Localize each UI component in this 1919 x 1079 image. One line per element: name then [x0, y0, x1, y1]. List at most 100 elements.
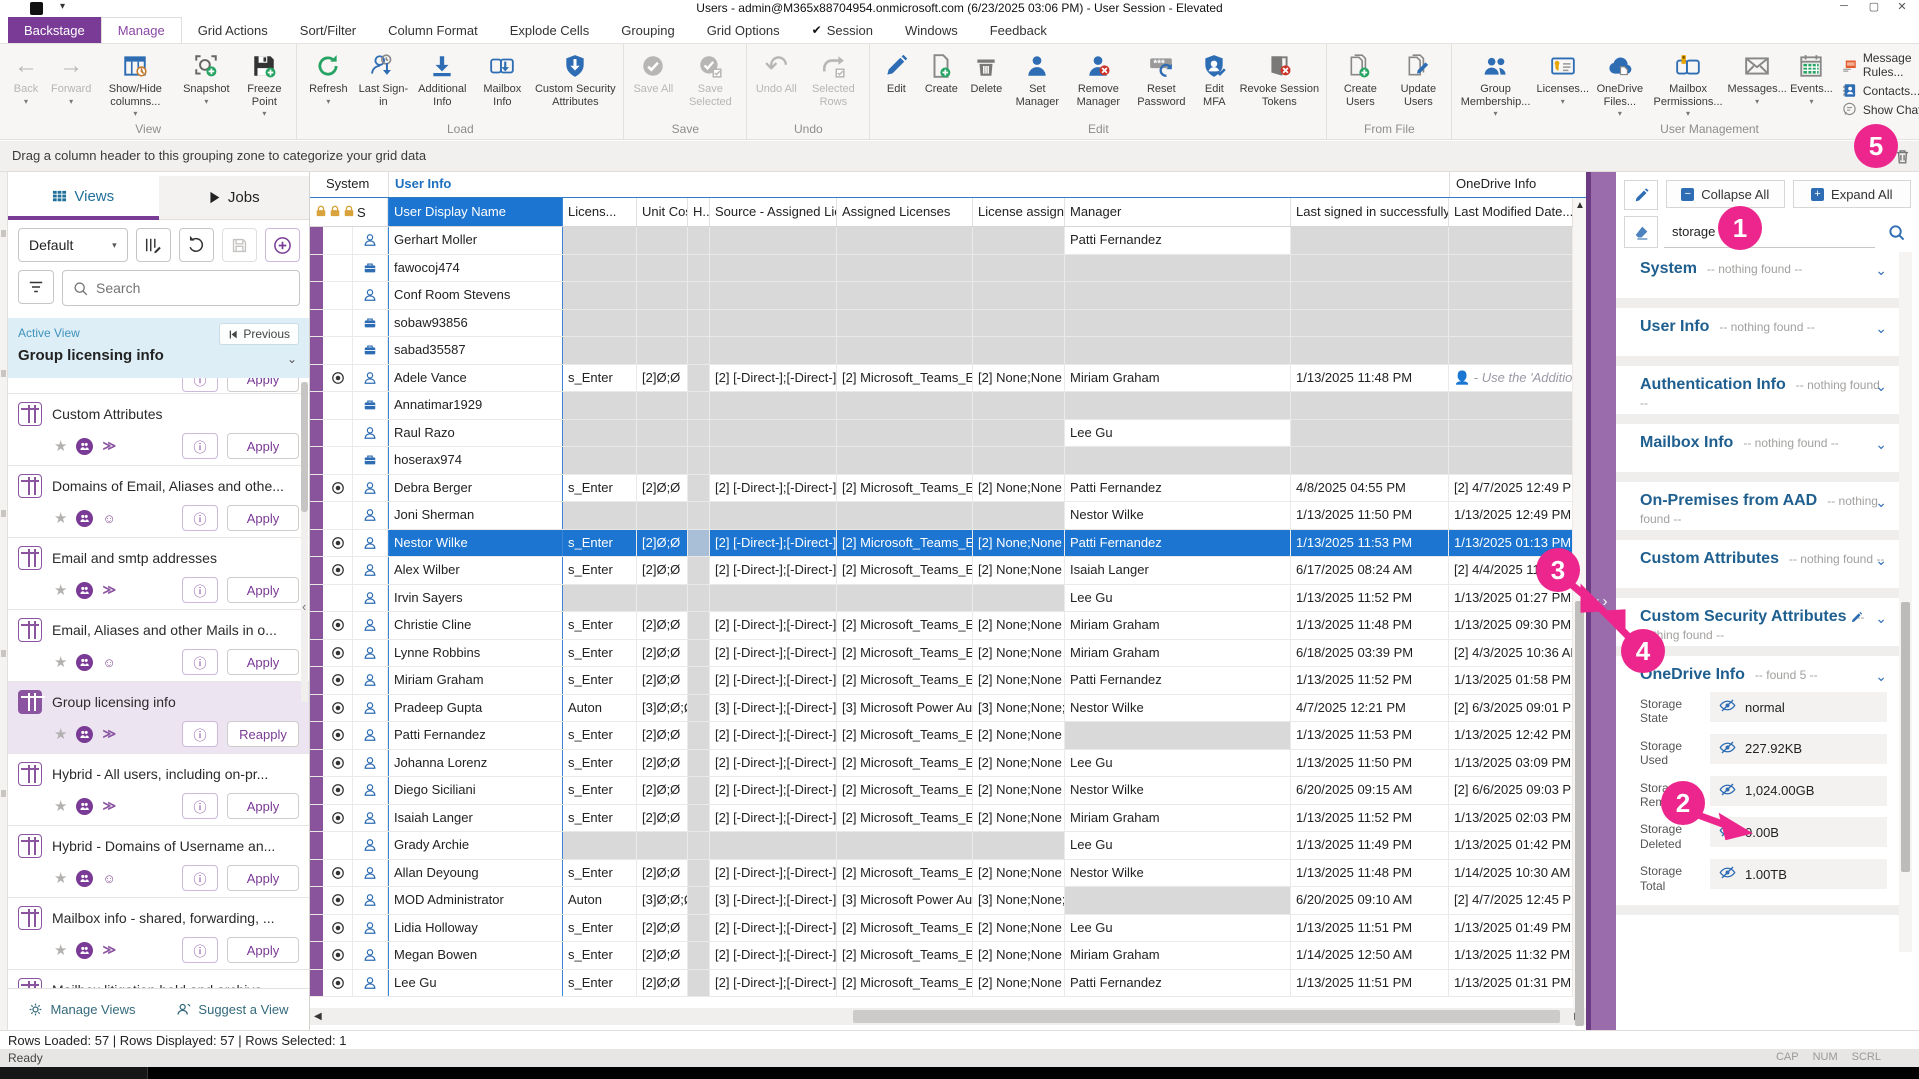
table-row[interactable]: Isaiah Langers_Enter[2]Ø;Ø[2] [-Direct-]… [310, 805, 1586, 833]
ribbon-button-set-manager[interactable]: Set Manager [1008, 46, 1066, 122]
tab-explode-cells[interactable]: Explode Cells [494, 17, 606, 43]
ribbon-button-refresh[interactable]: Refresh▾ [301, 46, 355, 122]
ribbon-button-events-[interactable]: Events...▾ [1787, 46, 1836, 122]
view-list-item[interactable]: Mailbox litigation hold and archive...★≫… [8, 970, 309, 988]
clear-search-button[interactable] [1624, 216, 1658, 248]
ribbon-button-show-hide-columns-[interactable]: Show/Hide columns...▾ [94, 46, 176, 122]
tab-grouping[interactable]: Grouping [605, 17, 690, 43]
table-row[interactable]: Lidia Holloways_Enter[2]Ø;Ø[2] [-Direct-… [310, 915, 1586, 943]
column-header-assigned-licenses[interactable]: Assigned Licenses [837, 198, 973, 226]
ribbon-button-freeze-point[interactable]: Freeze Point▾ [236, 46, 292, 122]
favorite-star-icon[interactable]: ★ [54, 797, 67, 815]
tab-grid-options[interactable]: Grid Options [691, 17, 796, 43]
favorite-star-icon[interactable]: ★ [54, 941, 67, 959]
eye-slash-icon[interactable] [1719, 697, 1736, 717]
ribbon-button-additional-info[interactable]: Additional Info [411, 46, 473, 122]
table-row[interactable]: Christie Clines_Enter[2]Ø;Ø[2] [-Direct-… [310, 612, 1586, 640]
eye-slash-icon[interactable] [1719, 739, 1736, 759]
chevron-down-icon[interactable]: ⌄ [287, 352, 297, 366]
maximize-button[interactable]: ▢ [1859, 0, 1889, 15]
table-row[interactable]: Patti Fernandezs_Enter[2]Ø;Ø[2] [-Direct… [310, 722, 1586, 750]
ribbon-button-mailbox-info[interactable]: Mailbox Info [473, 46, 531, 122]
storage-field-value[interactable]: 1,024.00GB [1710, 776, 1887, 806]
ribbon-button-group-membership-[interactable]: Group Membership...▾ [1456, 46, 1534, 122]
views-search-input[interactable]: Search [62, 270, 300, 306]
suggest-view-button[interactable]: Suggest a View [176, 1002, 288, 1017]
tab-grid-actions[interactable]: Grid Actions [182, 17, 284, 43]
table-row[interactable]: Alex Wilbers_Enter[2]Ø;Ø[2] [-Direct-];[… [310, 557, 1586, 585]
edit-details-button[interactable] [1624, 180, 1658, 210]
ribbon-button-mailbox-permissions-[interactable]: Mailbox Permissions...▾ [1649, 46, 1727, 122]
info-button[interactable]: ⓘ [182, 505, 218, 531]
manage-views-button[interactable]: Manage Views [28, 1002, 135, 1017]
ribbon-button-edit-mfa[interactable]: Edit MFA [1192, 46, 1236, 122]
column-header-last-modified-date-[interactable]: Last Modified Date... [1449, 198, 1573, 226]
ribbon-button-licenses-[interactable]: Licenses...▾ [1535, 46, 1591, 122]
storage-field-value[interactable]: normal [1710, 692, 1887, 722]
view-set-select[interactable]: Default▾ [18, 228, 128, 262]
tab-sort-filter[interactable]: Sort/Filter [284, 17, 372, 43]
table-row[interactable]: Gerhart MollerPatti Fernandez [310, 227, 1586, 255]
table-row[interactable]: Lynne Robbinss_Enter[2]Ø;Ø[2] [-Direct-]… [310, 640, 1586, 668]
column-header-last-signed-in-successfully-[interactable]: Last signed in successfully... [1291, 198, 1449, 226]
tab-manage[interactable]: Manage [101, 17, 182, 43]
filter-views-button[interactable] [18, 270, 54, 304]
column-header-user-display-name[interactable]: User Display Name [388, 198, 563, 226]
column-header-h-[interactable]: H... [688, 198, 710, 226]
column-header-licens-[interactable]: Licens... [563, 198, 637, 226]
ribbon-button-onedrive-files-[interactable]: OneDrive Files...▾ [1591, 46, 1649, 122]
table-row[interactable]: sobaw93856 [310, 310, 1586, 338]
apply-button[interactable]: Apply [227, 865, 299, 891]
scroll-up-icon[interactable]: ▲ [1575, 200, 1585, 211]
column-header-unit-cost-[interactable]: Unit Cost... [637, 198, 688, 226]
table-row[interactable]: Diego Sicilianis_Enter[2]Ø;Ø[2] [-Direct… [310, 777, 1586, 805]
ribbon-button-last-sign-in[interactable]: Last Sign-in [355, 46, 411, 122]
storage-field-value[interactable]: 227.92KB [1710, 734, 1887, 764]
vscroll-thumb[interactable] [1575, 601, 1584, 1026]
panel-splitter[interactable]: ‹ › [1586, 172, 1616, 1030]
ribbon-button-snapshot[interactable]: Snapshot▾ [176, 46, 236, 122]
favorite-star-icon[interactable]: ★ [54, 509, 67, 527]
info-button[interactable]: ⓘ [182, 577, 218, 603]
view-list-item[interactable]: Domains of Email, Aliases and othe...★☺ⓘ… [8, 466, 309, 538]
table-row[interactable]: Joni ShermanNestor Wilke1/13/2025 11:50 … [310, 502, 1586, 530]
column-header-manager[interactable]: Manager [1065, 198, 1291, 226]
table-row[interactable]: Grady ArchieLee Gu1/13/2025 11:49 PM1/13… [310, 832, 1586, 860]
chevron-down-icon[interactable]: ⌄ [1875, 262, 1887, 279]
table-row[interactable]: Miriam Grahams_Enter[2]Ø;Ø[2] [-Direct-]… [310, 667, 1586, 695]
apply-button[interactable]: Apply [227, 577, 299, 603]
ribbon-button-message-rules-[interactable]: Message Rules...▾ [1842, 51, 1919, 79]
column-header-source-assigned-lice-[interactable]: Source - Assigned Lice... [710, 198, 837, 226]
info-button[interactable]: ⓘ [182, 378, 218, 392]
table-row[interactable]: hoserax974 [310, 447, 1586, 475]
storage-field-value[interactable]: 1.00TB [1710, 859, 1887, 889]
view-list-item[interactable]: Group licensing info★≫ⓘReapply [8, 682, 309, 754]
info-button[interactable]: ⓘ [182, 721, 218, 747]
table-row[interactable]: Nestor Wilkes_Enter[2]Ø;Ø[2] [-Direct-];… [310, 530, 1586, 558]
view-list-item[interactable]: Email, Aliases and other Mails in o...★☺… [8, 610, 309, 682]
ribbon-button-contacts-[interactable]: Contacts...▾ [1842, 83, 1919, 98]
view-list-item[interactable]: Hybrid - Domains of Username an...★☺ⓘApp… [8, 826, 309, 898]
details-scroll-thumb[interactable] [1901, 602, 1910, 872]
expand-all-button[interactable]: +Expand All [1793, 180, 1912, 208]
ribbon-button-delete[interactable]: Delete [964, 46, 1008, 122]
ribbon-button-custom-security-attributes[interactable]: Custom Security Attributes [531, 46, 619, 122]
group-header-user-info[interactable]: User Info [388, 172, 1449, 197]
grid-vertical-scrollbar[interactable]: ▲ [1573, 198, 1586, 1008]
add-view-button[interactable] [265, 228, 300, 262]
info-button[interactable]: ⓘ [182, 865, 218, 891]
details-search-input[interactable]: storage [1664, 216, 1875, 248]
table-row[interactable]: Allan Deyoungs_Enter[2]Ø;Ø[2] [-Direct-]… [310, 860, 1586, 888]
ribbon-button-create[interactable]: Create [918, 46, 964, 122]
apply-button[interactable]: Apply [227, 649, 299, 675]
favorite-star-icon[interactable]: ★ [54, 725, 67, 743]
splitter-right-icon[interactable]: › [1603, 593, 1608, 610]
tab-session[interactable]: ✔Session [796, 17, 889, 43]
details-scrollbar[interactable] [1899, 252, 1912, 952]
apply-button[interactable]: Apply [227, 505, 299, 531]
table-row[interactable]: sabad35587 [310, 337, 1586, 365]
view-list-scrollbar[interactable] [301, 382, 308, 702]
eye-slash-icon[interactable] [1719, 864, 1736, 884]
collapsed-panel-rail[interactable] [0, 172, 8, 1030]
info-button[interactable]: ⓘ [182, 649, 218, 675]
